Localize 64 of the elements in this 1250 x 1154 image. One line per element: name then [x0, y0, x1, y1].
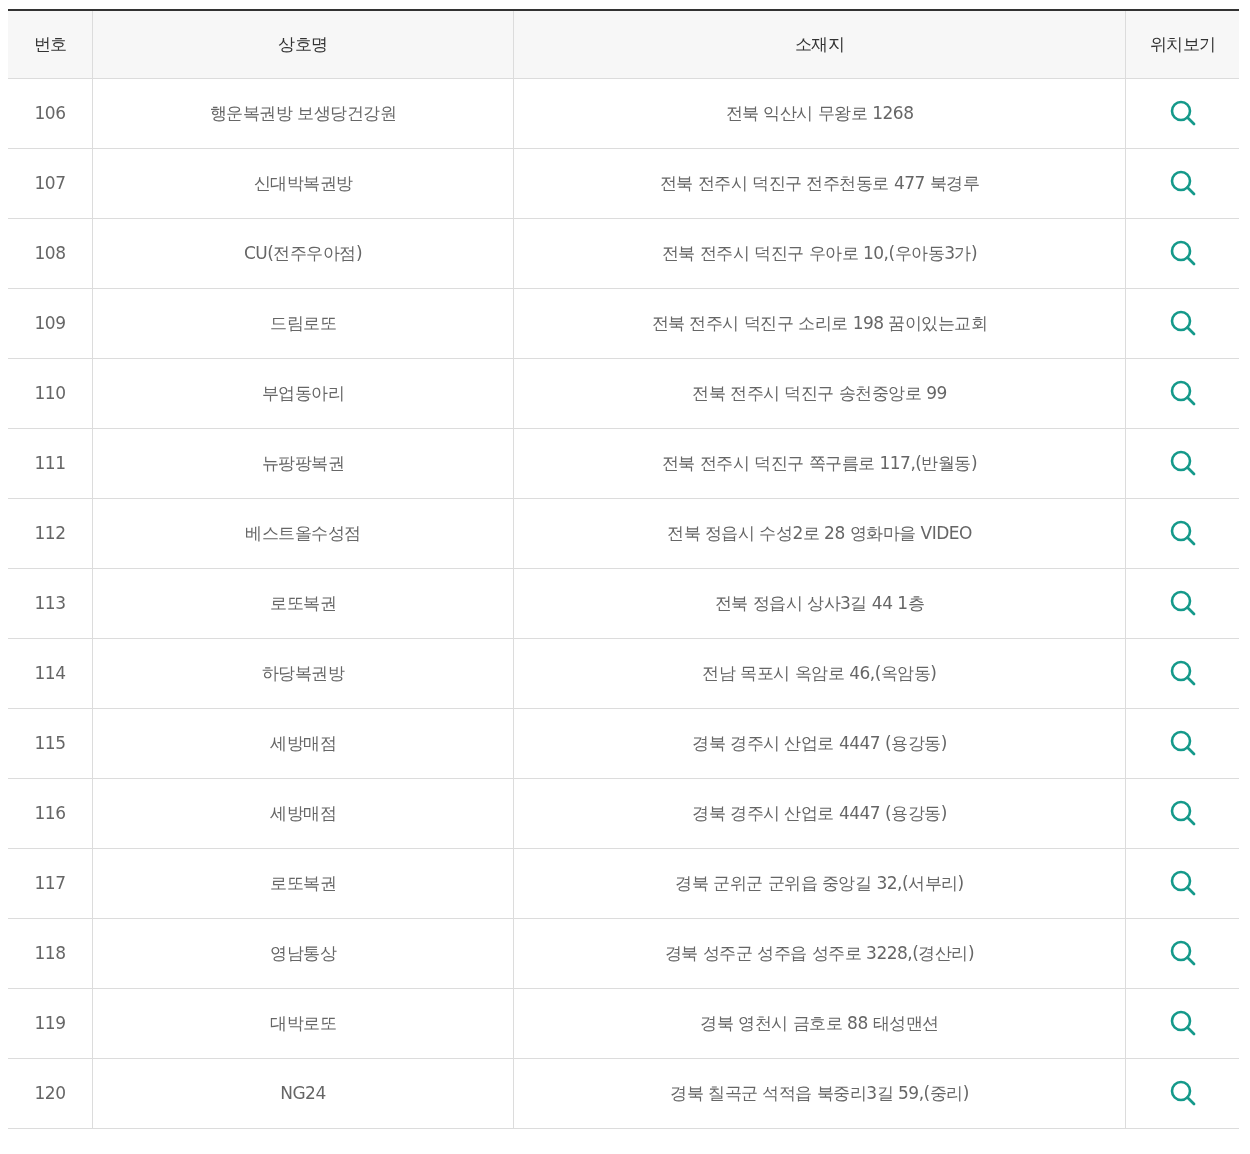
search-icon[interactable] — [1168, 519, 1197, 547]
column-header: 소재지 — [513, 10, 1126, 78]
table-cell: 세방매점 — [92, 708, 514, 778]
search-icon[interactable] — [1168, 729, 1197, 757]
search-icon[interactable] — [1168, 869, 1197, 897]
table-cell: 부업동아리 — [92, 358, 514, 428]
table-cell: 로또복권 — [92, 568, 514, 638]
table-cell: 111 — [8, 428, 93, 498]
table-cell: 전북 전주시 덕진구 우아로 10,(우아동3가) — [513, 218, 1126, 288]
table-cell: 경북 경주시 산업로 4447 (용강동) — [513, 778, 1126, 848]
search-icon[interactable] — [1168, 379, 1197, 407]
table-cell: 대박로또 — [92, 988, 514, 1058]
table-cell: 로또복권 — [92, 848, 514, 918]
table-cell: 전북 정읍시 상사3길 44 1층 — [513, 568, 1126, 638]
table-cell: 경북 칠곡군 석적읍 북중리3길 59,(중리) — [513, 1058, 1126, 1128]
search-icon[interactable] — [1168, 659, 1197, 687]
table-cell: 드림로또 — [92, 288, 514, 358]
table-cell: 전북 전주시 덕진구 전주천동로 477 북경루 — [513, 148, 1126, 218]
table-cell: NG24 — [92, 1058, 514, 1128]
table-cell: 107 — [8, 148, 93, 218]
search-icon[interactable] — [1168, 169, 1197, 197]
table-cell: 전북 전주시 덕진구 송천중앙로 99 — [513, 358, 1126, 428]
search-icon[interactable] — [1168, 939, 1197, 967]
table-cell: 경북 군위군 군위읍 중앙길 32,(서부리) — [513, 848, 1126, 918]
table-cell: 베스트올수성점 — [92, 498, 514, 568]
table-cell: 112 — [8, 498, 93, 568]
table-cell: 108 — [8, 218, 93, 288]
table-cell: 106 — [8, 78, 93, 148]
table-cell: 경북 성주군 성주읍 성주로 3228,(경산리) — [513, 918, 1126, 988]
table-cell: 하당복권방 — [92, 638, 514, 708]
table-cell: 115 — [8, 708, 93, 778]
column-header: 번호 — [8, 10, 93, 78]
table-cell: 117 — [8, 848, 93, 918]
search-icon[interactable] — [1168, 589, 1197, 617]
column-header: 상호명 — [92, 10, 514, 78]
table-cell: 행운복권방 보생당건강원 — [92, 78, 514, 148]
table-cell: 세방매점 — [92, 778, 514, 848]
table-cell: 전남 목포시 옥암로 46,(옥암동) — [513, 638, 1126, 708]
table-cell: 120 — [8, 1058, 93, 1128]
search-icon[interactable] — [1168, 99, 1197, 127]
table-cell: 신대박복권방 — [92, 148, 514, 218]
table-cell: 전북 정읍시 수성2로 28 영화마을 VIDEO — [513, 498, 1126, 568]
table-cell: 114 — [8, 638, 93, 708]
search-icon[interactable] — [1168, 309, 1197, 337]
table-cell: 109 — [8, 288, 93, 358]
table-cell: 119 — [8, 988, 93, 1058]
table-cell: 전북 전주시 덕진구 소리로 198 꿈이있는교회 — [513, 288, 1126, 358]
table-cell: 전북 전주시 덕진구 쪽구름로 117,(반월동) — [513, 428, 1126, 498]
table-cell: 118 — [8, 918, 93, 988]
table-cell: 경북 경주시 산업로 4447 (용강동) — [513, 708, 1126, 778]
table-cell: 경북 영천시 금호로 88 태성맨션 — [513, 988, 1126, 1058]
table-cell: CU(전주우아점) — [92, 218, 514, 288]
search-icon[interactable] — [1168, 1079, 1197, 1107]
search-icon[interactable] — [1168, 449, 1197, 477]
search-icon[interactable] — [1168, 799, 1197, 827]
column-header: 위치보기 — [1125, 10, 1239, 78]
table-cell: 110 — [8, 358, 93, 428]
table-cell: 뉴팡팡복권 — [92, 428, 514, 498]
table-cell: 영남통상 — [92, 918, 514, 988]
table-cell: 전북 익산시 무왕로 1268 — [513, 78, 1126, 148]
table-cell: 116 — [8, 778, 93, 848]
table-cell: 113 — [8, 568, 93, 638]
search-icon[interactable] — [1168, 239, 1197, 267]
search-icon[interactable] — [1168, 1009, 1197, 1037]
